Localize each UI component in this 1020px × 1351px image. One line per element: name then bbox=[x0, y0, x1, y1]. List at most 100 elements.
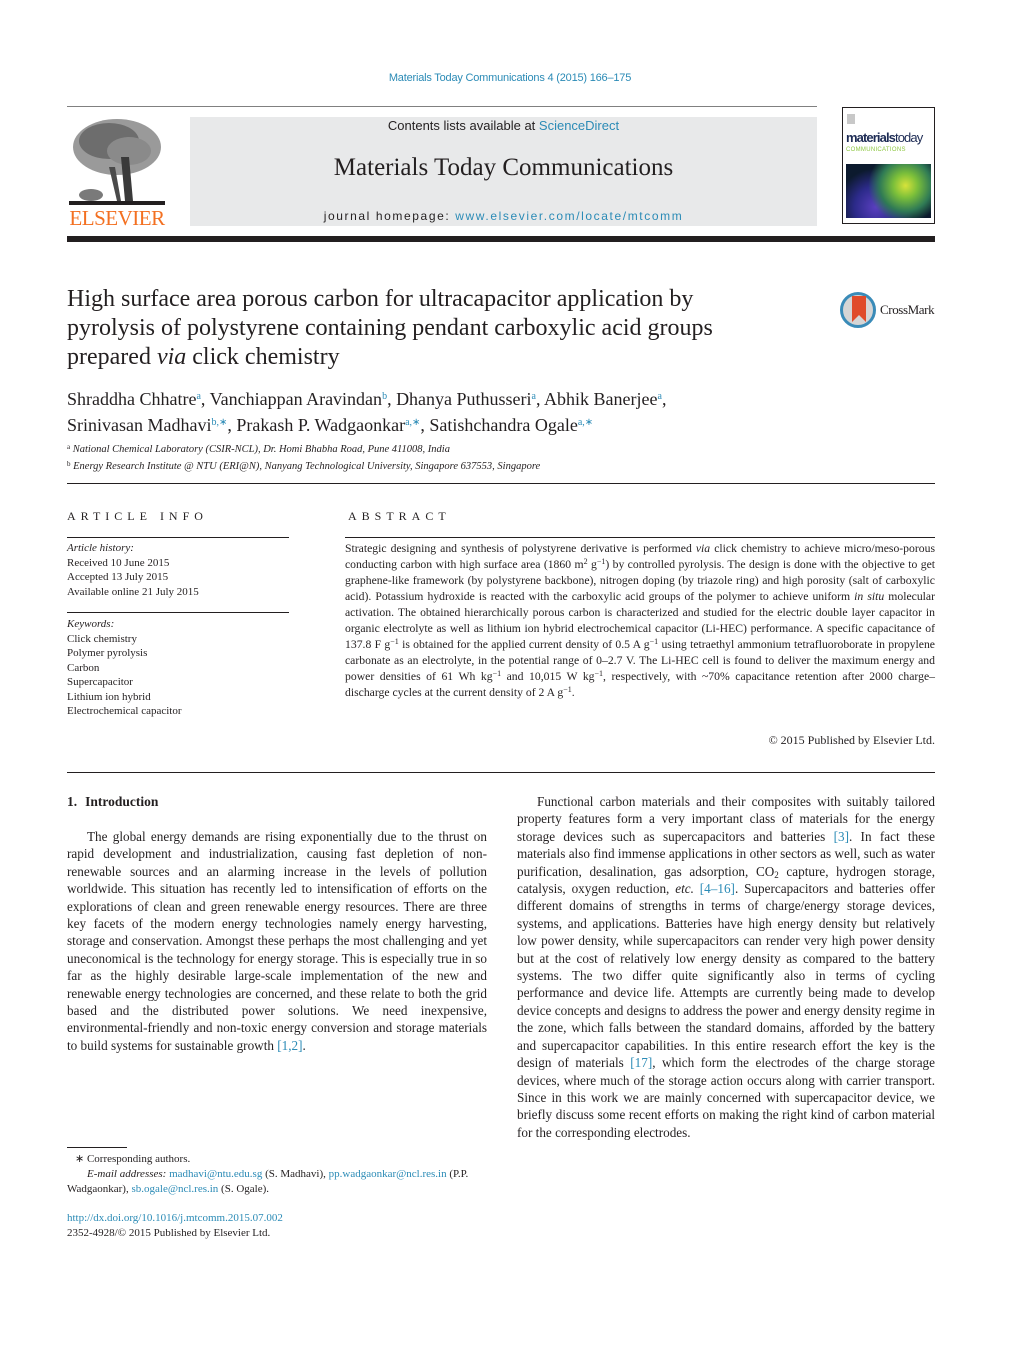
footnote-star: ∗ Corresponding authors. bbox=[75, 1153, 191, 1165]
author-name: Satishchandra Ogale bbox=[429, 415, 578, 435]
author-name: Shraddha Chhatre bbox=[67, 389, 197, 409]
keyword: Click chemistry bbox=[67, 632, 137, 645]
title-line: prepared via click chemistry bbox=[67, 343, 807, 372]
affiliation-marker[interactable]: b,∗ bbox=[211, 417, 227, 428]
keyword: Polymer pyrolysis bbox=[67, 647, 148, 659]
history-item: Available online 21 July 2015 bbox=[67, 585, 199, 598]
abstract-heading: ABSTRACT bbox=[348, 509, 451, 523]
abstract-rule bbox=[345, 537, 935, 538]
article-title: High surface area porous carbon for ultr… bbox=[67, 285, 807, 372]
journal-banner: Contents lists available at ScienceDirec… bbox=[190, 117, 817, 226]
section-heading-introduction: 1. Introduction bbox=[67, 794, 158, 810]
email-label: E-mail addresses: bbox=[87, 1168, 167, 1180]
separator: , bbox=[387, 389, 397, 409]
section-title: Introduction bbox=[85, 794, 159, 809]
journal-cover-thumbnail[interactable]: materialstoday COMMUNICATIONS bbox=[842, 107, 935, 224]
keyword: Lithium ion hybrid bbox=[67, 690, 151, 703]
author-list: Shraddha Chhatrea, Vanchiappan Aravindan… bbox=[67, 385, 827, 437]
author[interactable]: Prakash P. Wadgaonkara,∗ bbox=[236, 415, 420, 435]
affiliation-text: Energy Research Institute @ NTU (ERI@N),… bbox=[73, 461, 541, 472]
cover-artwork bbox=[846, 164, 931, 218]
author-line: Shraddha Chhatrea, Vanchiappan Aravindan… bbox=[67, 385, 827, 411]
footnote-emails: E-mail addresses: madhavi@ntu.edu.sg (S.… bbox=[67, 1168, 469, 1195]
journal-homepage-link[interactable]: www.elsevier.com/locate/mtcomm bbox=[455, 209, 683, 223]
contents-prefix: Contents lists available at bbox=[387, 118, 539, 133]
sciencedirect-link[interactable]: ScienceDirect bbox=[539, 118, 619, 133]
author-name: Prakash P. Wadgaonkar bbox=[236, 415, 406, 435]
doi-block: http://dx.doi.org/10.1016/j.mtcomm.2015.… bbox=[67, 1211, 487, 1241]
affiliation-key: b bbox=[67, 460, 71, 468]
cover-subtitle: COMMUNICATIONS bbox=[846, 147, 906, 153]
cover-brand-bold: materials bbox=[846, 130, 896, 145]
homepage-prefix: journal homepage: bbox=[323, 209, 456, 223]
author[interactable]: Vanchiappan Aravindanb bbox=[210, 389, 387, 409]
affiliation: b Energy Research Institute @ NTU (ERI@N… bbox=[67, 457, 827, 474]
title-text: click chemistry bbox=[186, 344, 340, 370]
author-name: Dhanya Puthusseri bbox=[396, 389, 532, 409]
abstract-text: Strategic designing and synthesis of pol… bbox=[345, 542, 935, 699]
paragraph: The global energy demands are rising exp… bbox=[67, 829, 487, 1053]
abstract-copyright: © 2015 Published by Elsevier Ltd. bbox=[768, 733, 935, 747]
email-link[interactable]: sb.ogale@ncl.res.in bbox=[131, 1183, 218, 1195]
keywords-label: Keywords: bbox=[67, 618, 115, 630]
keyword: Supercapacitor bbox=[67, 676, 133, 688]
author-name: Vanchiappan Aravindan bbox=[209, 389, 383, 409]
header-thick-rule bbox=[67, 236, 935, 242]
author[interactable]: Shraddha Chhatrea bbox=[67, 389, 201, 409]
cover-brand: materialstoday bbox=[846, 130, 923, 145]
author[interactable]: Satishchandra Ogalea,∗ bbox=[429, 415, 593, 435]
homepage-line: journal homepage: www.elsevier.com/locat… bbox=[190, 209, 817, 223]
elsevier-tree-icon bbox=[69, 119, 165, 205]
body-separator-rule bbox=[67, 772, 935, 773]
keywords-rule bbox=[67, 612, 289, 613]
affiliation-key: a bbox=[67, 443, 71, 451]
affiliation-marker[interactable]: a,∗ bbox=[578, 417, 593, 428]
cover-brand-light: today bbox=[895, 130, 923, 145]
issn-line: 2352-4928/© 2015 Published by Elsevier L… bbox=[67, 1227, 271, 1239]
affiliation-marker[interactable]: a,∗ bbox=[405, 417, 420, 428]
doi-link[interactable]: http://dx.doi.org/10.1016/j.mtcomm.2015.… bbox=[67, 1212, 283, 1224]
email-link[interactable]: madhavi@ntu.edu.sg bbox=[169, 1168, 262, 1180]
body-column-left: The global energy demands are rising exp… bbox=[67, 828, 487, 1054]
title-italic: via bbox=[156, 344, 187, 370]
contents-line: Contents lists available at ScienceDirec… bbox=[190, 118, 817, 133]
journal-reference[interactable]: Materials Today Communications 4 (2015) … bbox=[0, 72, 1020, 84]
affiliations: a National Chemical Laboratory (CSIR-NCL… bbox=[67, 440, 827, 474]
elsevier-logo[interactable]: ELSEVIER bbox=[67, 117, 167, 230]
history-item: Accepted 13 July 2015 bbox=[67, 571, 169, 583]
crossmark-label: CrossMark bbox=[880, 302, 935, 317]
cover-elsevier-icon bbox=[847, 114, 855, 124]
author[interactable]: Abhik Banerjeea bbox=[544, 389, 662, 409]
crossmark-ribbon-icon bbox=[852, 296, 866, 322]
history-label: Article history: bbox=[67, 542, 134, 554]
affiliation: a National Chemical Laboratory (CSIR-NCL… bbox=[67, 440, 827, 457]
author-line: Srinivasan Madhavib,∗, Prakash P. Wadgao… bbox=[67, 411, 827, 437]
separator: , bbox=[536, 389, 545, 409]
journal-title: Materials Today Communications bbox=[333, 154, 674, 181]
article-info-heading: ARTICLE INFO bbox=[67, 509, 208, 523]
citation-link[interactable]: [1,2] bbox=[277, 1038, 302, 1053]
citation-link[interactable]: [4–16] bbox=[700, 881, 735, 896]
title-text: prepared bbox=[67, 344, 157, 370]
title-line: pyrolysis of polystyrene containing pend… bbox=[67, 315, 713, 341]
article-info-rule bbox=[67, 537, 289, 538]
affiliation-text: National Chemical Laboratory (CSIR-NCL),… bbox=[72, 444, 450, 455]
footnote-rule bbox=[67, 1147, 127, 1148]
elsevier-wordmark: ELSEVIER bbox=[69, 206, 165, 230]
author[interactable]: Dhanya Puthusseria bbox=[396, 389, 536, 409]
crossmark-button[interactable]: CrossMark bbox=[840, 290, 940, 330]
body-column-right: Functional carbon materials and their co… bbox=[517, 793, 935, 1141]
keyword: Electrochemical capacitor bbox=[67, 705, 182, 717]
title-line: High surface area porous carbon for ultr… bbox=[67, 286, 694, 312]
author[interactable]: Srinivasan Madhavib,∗ bbox=[67, 415, 227, 435]
citation-link[interactable]: [3] bbox=[834, 829, 849, 844]
citation-link[interactable]: [17] bbox=[630, 1055, 652, 1070]
paragraph: Functional carbon materials and their co… bbox=[517, 794, 936, 1140]
author-name: Srinivasan Madhavi bbox=[67, 415, 212, 435]
separator: , bbox=[200, 389, 210, 409]
email-link[interactable]: pp.wadgaonkar@ncl.res.in bbox=[329, 1168, 447, 1180]
author-name: Abhik Banerjee bbox=[544, 389, 658, 409]
corresponding-author-footnote: ∗ Corresponding authors. E-mail addresse… bbox=[67, 1152, 487, 1197]
article-history: Article history: Received 10 June 2015 A… bbox=[67, 541, 289, 599]
keyword: Carbon bbox=[67, 661, 100, 674]
